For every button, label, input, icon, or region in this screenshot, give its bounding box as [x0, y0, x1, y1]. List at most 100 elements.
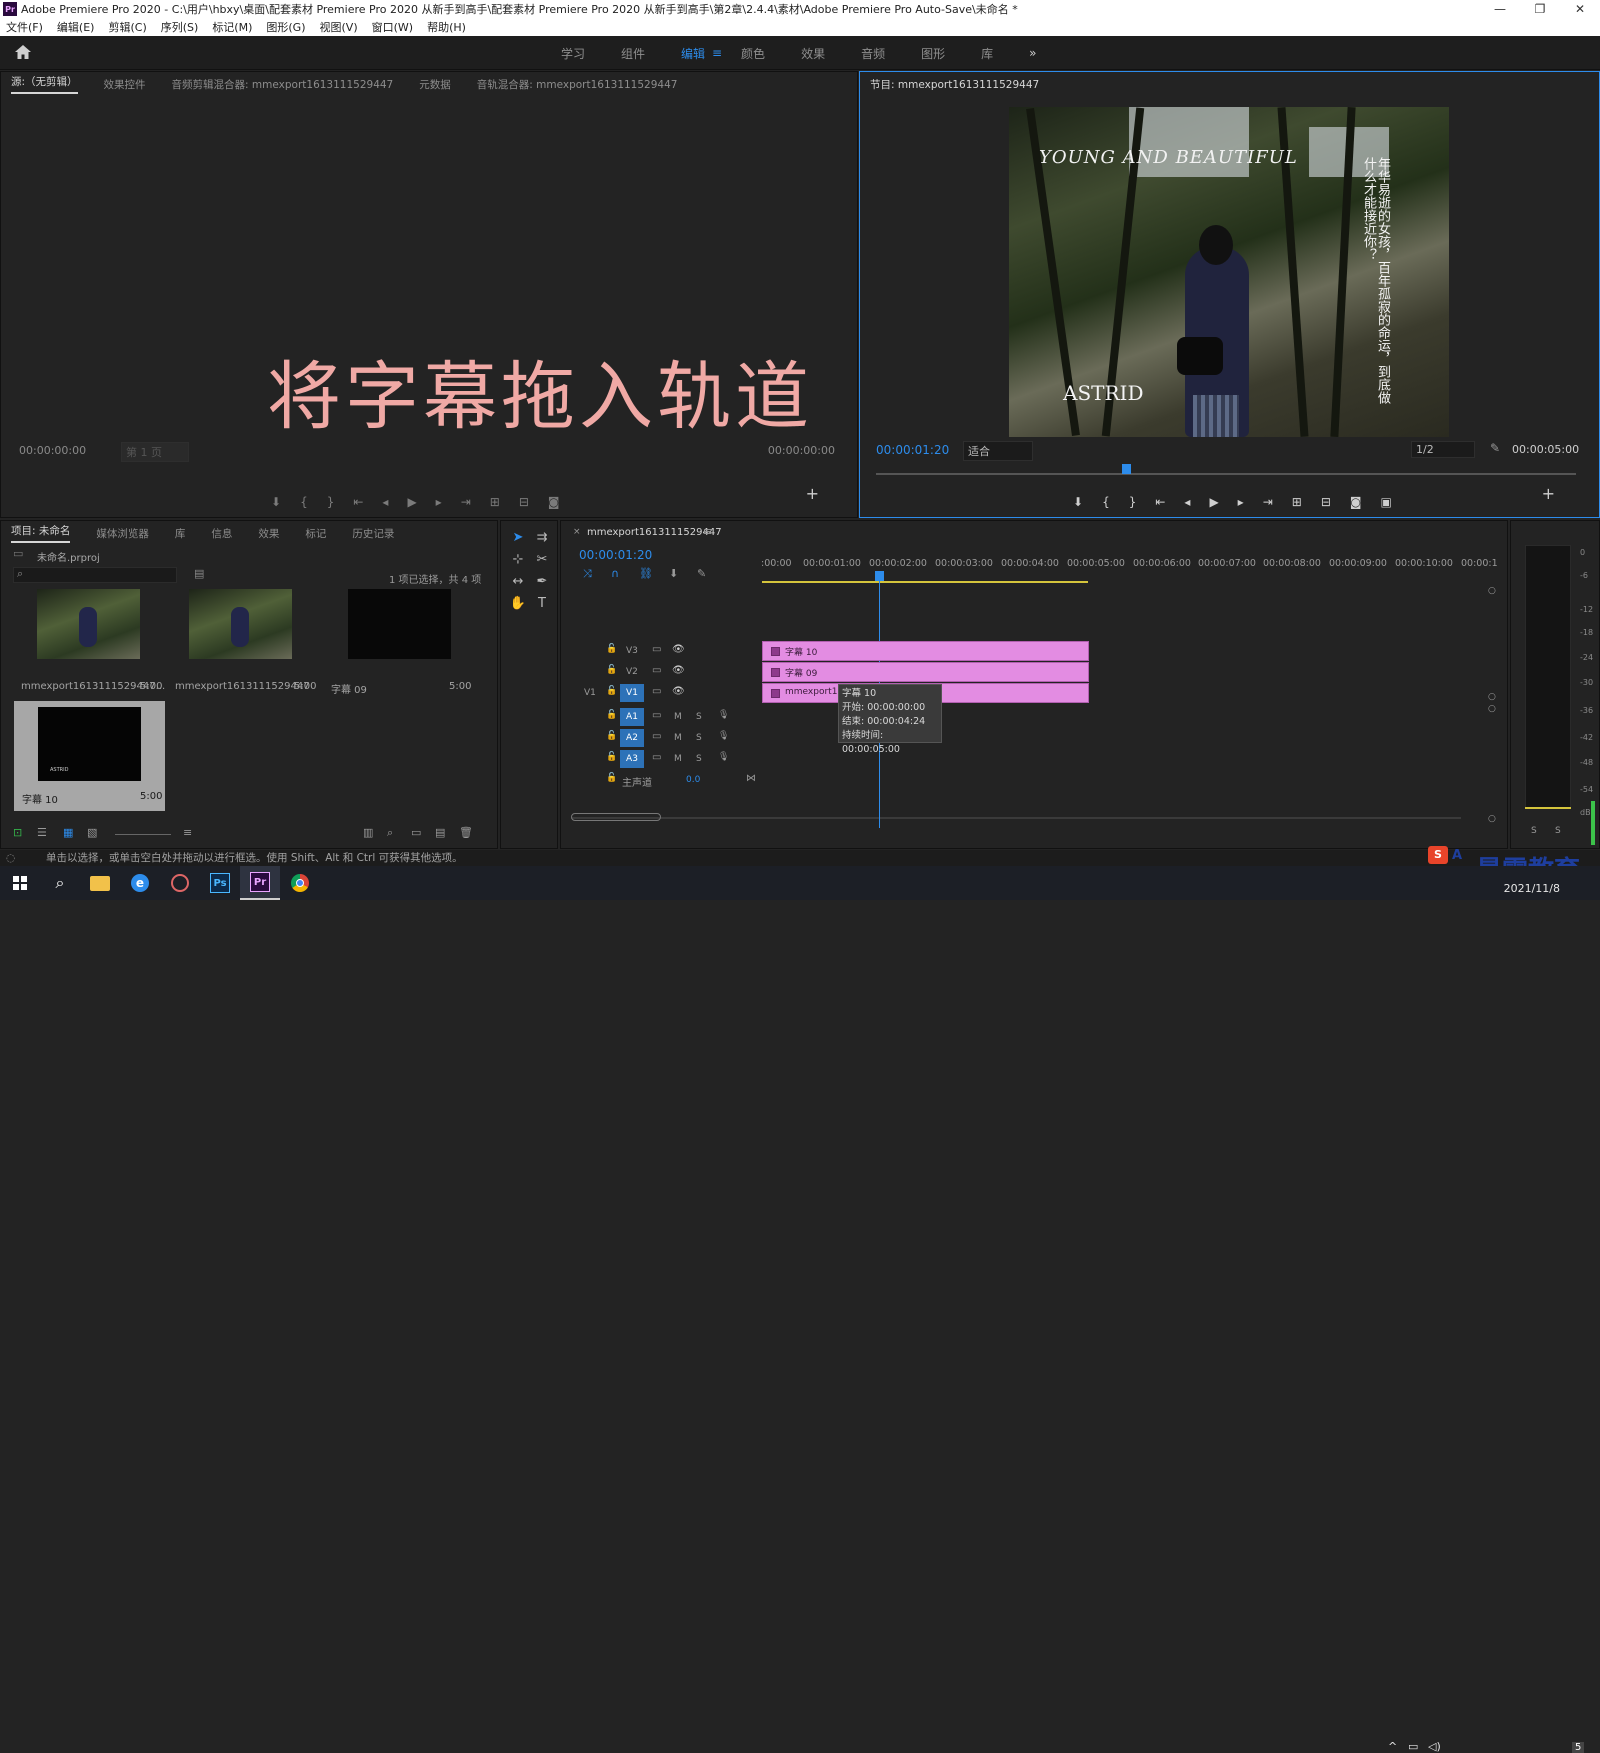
workspace-tab-graphics[interactable]: 图形	[921, 45, 945, 62]
maximize-button[interactable]: ❐	[1520, 0, 1560, 18]
lock-icon[interactable]: 🔓	[606, 773, 617, 783]
project-item-thumbnail[interactable]	[348, 589, 451, 659]
master-volume-value[interactable]: 0.0	[686, 775, 700, 785]
project-search-input[interactable]	[13, 567, 177, 583]
mute-button[interactable]: M	[674, 754, 682, 764]
tab-source[interactable]: 源:（无剪辑）	[11, 74, 78, 94]
workspace-tab-audio[interactable]: 音频	[861, 45, 885, 62]
project-item-selected[interactable]: ASTRID 字幕 10 5:00	[14, 701, 165, 811]
step-back-icon[interactable]: ◂	[382, 495, 388, 509]
menu-window[interactable]: 窗口(W)	[372, 19, 413, 35]
solo-button[interactable]: S	[696, 733, 702, 743]
icon-view-icon[interactable]: ▦	[63, 826, 73, 839]
sync-lock-icon[interactable]: ▭	[652, 665, 661, 676]
lock-icon[interactable]: 🔓	[606, 710, 617, 720]
mute-button[interactable]: M	[674, 733, 682, 743]
freeform-view-icon[interactable]: ▧	[87, 826, 97, 839]
timeline-clip-v2[interactable]: 字幕 09	[762, 662, 1089, 682]
sync-lock-icon[interactable]: ▭	[652, 710, 661, 721]
tab-effect-controls[interactable]: 效果控件	[104, 77, 146, 92]
menu-edit[interactable]: 编辑(E)	[57, 19, 95, 35]
program-timecode[interactable]: 00:00:01:20	[876, 443, 949, 457]
mic-icon[interactable]: 🎙	[718, 752, 729, 762]
workspace-tab-assembly[interactable]: 组件	[621, 45, 645, 62]
ime-mode[interactable]: A	[1452, 848, 1462, 863]
razor-tool-icon[interactable]: ✂	[533, 551, 551, 569]
eye-icon[interactable]: 👁	[672, 686, 685, 697]
new-item-icon[interactable]: ▤	[435, 826, 445, 839]
search-icon[interactable]: ⌕	[40, 866, 80, 900]
edge-browser-icon[interactable]: e	[120, 866, 160, 900]
mark-in-icon[interactable]: {	[300, 495, 308, 509]
source-patch-label[interactable]: V1	[584, 688, 596, 698]
scroll-handle-icon[interactable]: ○	[1488, 692, 1496, 702]
close-tab-icon[interactable]: ×	[573, 527, 581, 537]
solo-left-button[interactable]: S	[1531, 826, 1537, 836]
trash-icon[interactable]: 🗑	[459, 826, 473, 839]
lock-icon[interactable]: 🔓	[606, 752, 617, 762]
lock-icon[interactable]: 🔓	[606, 686, 617, 696]
track-label[interactable]: A1	[620, 708, 644, 726]
find-icon[interactable]: ⌕	[387, 826, 393, 840]
list-view-icon[interactable]: ☰	[37, 826, 47, 839]
lift-icon[interactable]: ⊞	[1292, 495, 1302, 509]
tab-project[interactable]: 项目: 未命名	[11, 523, 71, 543]
workspace-tab-color[interactable]: 颜色	[741, 45, 765, 62]
tab-metadata[interactable]: 元数据	[419, 77, 451, 92]
track-select-tool-icon[interactable]: ⇉	[533, 529, 551, 547]
overwrite-icon[interactable]: ⊟	[519, 495, 529, 509]
windows-start-icon[interactable]	[0, 866, 40, 900]
tray-chevron-icon[interactable]: ^	[1388, 1740, 1397, 1753]
snap-icon[interactable]: ∩	[611, 567, 619, 580]
automate-icon[interactable]: ▥	[363, 826, 373, 839]
mark-out-icon[interactable]: }	[327, 495, 335, 509]
add-marker-icon[interactable]: ⬇	[669, 567, 678, 580]
lock-icon[interactable]: 🔓	[606, 665, 617, 675]
home-icon[interactable]	[14, 44, 32, 60]
timeline-scroll-track[interactable]	[571, 817, 1461, 819]
mic-icon[interactable]: 🎙	[718, 731, 729, 741]
tab-markers[interactable]: 标记	[305, 526, 326, 541]
export-frame-icon[interactable]: ◙	[548, 495, 560, 509]
sort-icon[interactable]: ≡	[183, 826, 192, 839]
compare-view-icon[interactable]: ▣	[1381, 495, 1392, 509]
sync-lock-icon[interactable]: ▭	[652, 644, 661, 655]
menu-graphics[interactable]: 图形(G)	[266, 19, 305, 35]
mute-button[interactable]: M	[674, 712, 682, 722]
add-marker-icon[interactable]: ⬇	[1073, 495, 1083, 509]
tab-timeline-sequence[interactable]: mmexport1613111529447	[587, 527, 722, 538]
workspace-more-button[interactable]: »	[1029, 46, 1036, 60]
timeline-timecode[interactable]: 00:00:01:20	[579, 548, 652, 562]
tab-history[interactable]: 历史记录	[352, 526, 394, 541]
hand-tool-icon[interactable]: ✋	[509, 595, 527, 613]
add-button-icon[interactable]: +	[1542, 484, 1555, 503]
project-item-thumbnail[interactable]	[189, 589, 292, 659]
sync-lock-icon[interactable]: ▭	[652, 731, 661, 742]
menu-help[interactable]: 帮助(H)	[427, 19, 466, 35]
go-to-end-icon[interactable]: ⋈	[746, 773, 756, 784]
solo-right-button[interactable]: S	[1555, 826, 1561, 836]
insert-icon[interactable]: ⊞	[490, 495, 500, 509]
go-to-out-icon[interactable]: ⇥	[461, 495, 471, 509]
program-playhead[interactable]	[1122, 464, 1131, 474]
minimize-button[interactable]: —	[1480, 0, 1520, 18]
track-label[interactable]: V1	[620, 684, 644, 702]
mark-out-icon[interactable]: }	[1129, 495, 1137, 509]
export-frame-icon[interactable]: ◙	[1350, 495, 1362, 509]
scroll-handle-icon[interactable]: ○	[1488, 704, 1496, 714]
chrome-browser-icon[interactable]	[280, 866, 320, 900]
wrench-icon[interactable]: ✎	[1490, 441, 1500, 455]
linked-selection-icon[interactable]: ⛓	[639, 567, 653, 580]
notification-badge[interactable]: 5	[1572, 1742, 1585, 1753]
hamburger-icon[interactable]: ≡	[712, 46, 722, 60]
timeline-clip-v3[interactable]: 字幕 10	[762, 641, 1089, 661]
play-icon[interactable]: ▶	[1209, 495, 1218, 509]
selection-tool-icon[interactable]: ➤	[509, 529, 527, 547]
photoshop-app-icon[interactable]: Ps	[200, 866, 240, 900]
volume-icon[interactable]: ◁)	[1428, 1740, 1441, 1753]
lock-icon[interactable]: 🔓	[606, 644, 617, 654]
eye-icon[interactable]: 👁	[672, 665, 685, 676]
menu-clip[interactable]: 剪辑(C)	[108, 19, 146, 35]
timeline-zoom-handle[interactable]	[571, 813, 661, 821]
timeline-settings-icon[interactable]: ✎	[697, 567, 706, 580]
